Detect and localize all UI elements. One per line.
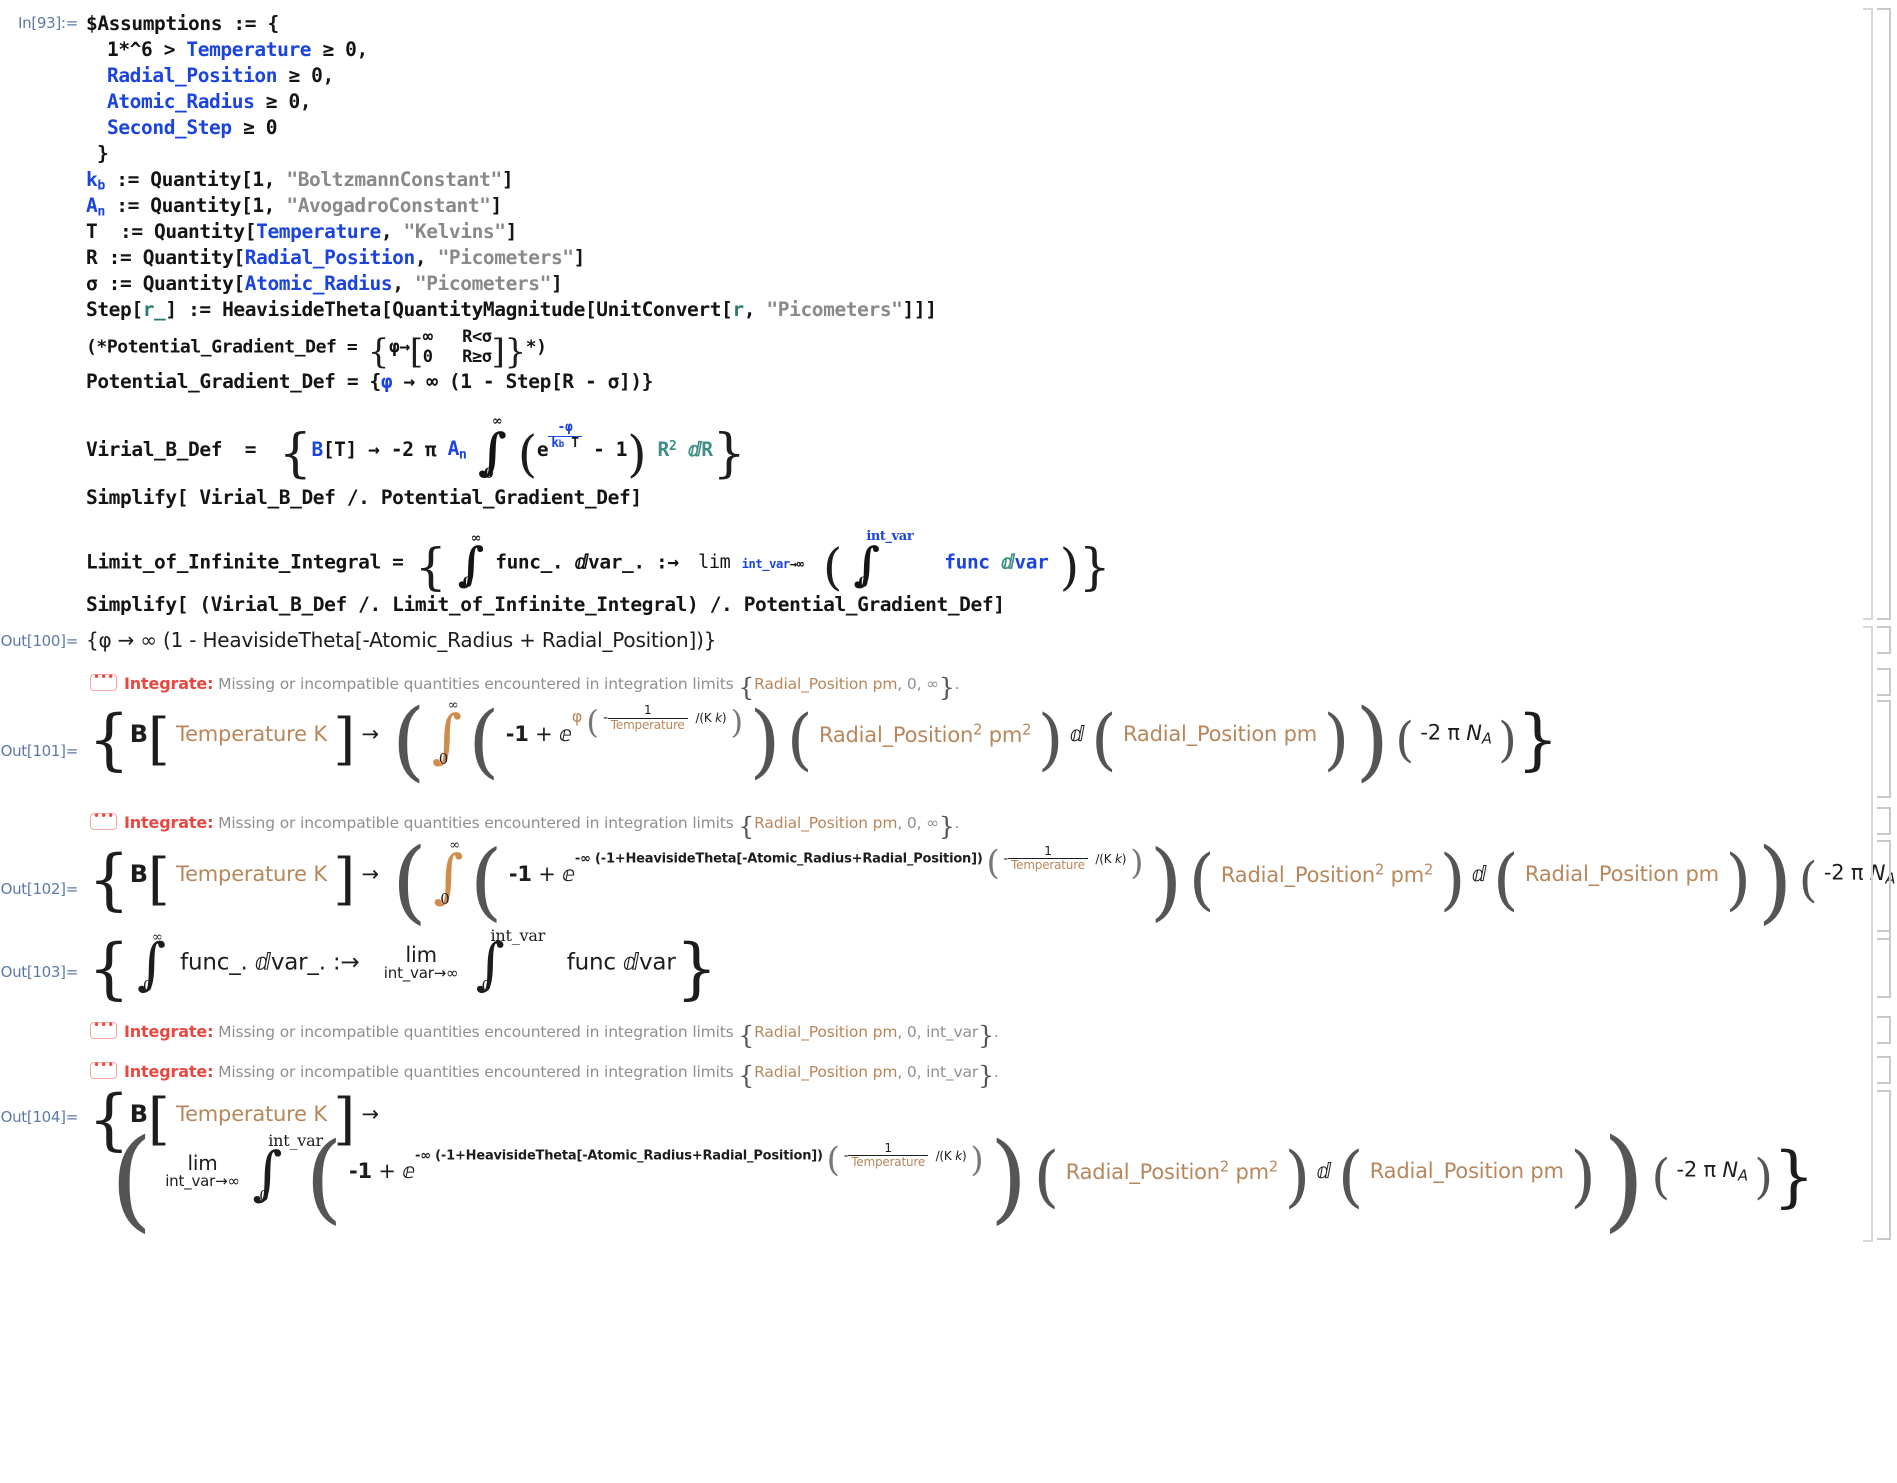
assumption-line-4[interactable]: Second_Step ≥ 0 — [107, 116, 278, 139]
message-1-bracket[interactable] — [1877, 668, 1891, 696]
message-expand-icon-2[interactable] — [90, 809, 117, 830]
message-3-bracket[interactable] — [1877, 1016, 1891, 1044]
out-104-bracket[interactable] — [1877, 1090, 1891, 1240]
message-integrate-4[interactable]: Integrate: Missing or incompatible quant… — [90, 1058, 999, 1088]
out-100-bracket[interactable] — [1877, 626, 1891, 654]
def-kb[interactable]: kb := Quantity[1, "BoltzmannConstant"] — [86, 168, 514, 194]
virial-b-def[interactable]: Virial_B_Def = {B[T] → -2 π An ∫ ∞ 0 (e … — [86, 414, 746, 482]
assumptions-head[interactable]: $Assumptions := { — [86, 12, 279, 35]
comment-potential-gradient[interactable]: (*Potential_Gradient_Def = {φ→[ ∞ R<σ 0 … — [86, 327, 547, 368]
out-label-101: Out[101]= — [0, 742, 79, 760]
assumption-line-3[interactable]: Atomic_Radius ≥ 0, — [107, 90, 312, 113]
def-t[interactable]: T := Quantity[Temperature, "Kelvins"] — [86, 220, 517, 243]
message-qty-rest-3: , 0, int_var — [897, 1023, 979, 1041]
message-tail-2: . — [954, 814, 960, 832]
message-name-4: Integrate: — [124, 1062, 214, 1081]
out-label-104: Out[104]= — [0, 1108, 79, 1126]
message-tail-1: . — [954, 675, 960, 693]
message-text-3: Missing or incompatible quantities encou… — [218, 1023, 734, 1041]
message-qty-4: Radial_Position pm — [754, 1063, 898, 1081]
message-qty-2: Radial_Position pm — [754, 814, 898, 832]
out-100-text: {φ → ∞ (1 - HeavisideTheta[-Atomic_Radiu… — [86, 628, 717, 652]
message-qty-1: Radial_Position pm — [754, 675, 898, 693]
simplify-1[interactable]: Simplify[ Virial_B_Def /. Potential_Grad… — [86, 486, 642, 509]
simplify-2-text: Simplify[ (Virial_B_Def /. Limit_of_Infi… — [86, 593, 1005, 616]
message-4-bracket[interactable] — [1877, 1056, 1891, 1084]
def-an[interactable]: An := Quantity[1, "AvogadroConstant"] — [86, 194, 502, 220]
message-qty-3: Radial_Position pm — [754, 1023, 898, 1041]
input-cell-group-bracket[interactable] — [1863, 8, 1873, 620]
out-label-100: Out[100]= — [0, 632, 79, 650]
def-r[interactable]: R := Quantity[Radial_Position, "Picomete… — [86, 246, 585, 269]
out-label-102: Out[102]= — [0, 880, 79, 898]
assumptions-close-text: } — [97, 142, 109, 165]
message-qty-rest-2: , 0, ∞ — [897, 814, 939, 832]
out-101-bracket[interactable] — [1877, 700, 1891, 798]
message-text-1: Missing or incompatible quantities encou… — [218, 675, 734, 693]
simplify-1-text: Simplify[ Virial_B_Def /. Potential_Grad… — [86, 486, 642, 509]
limit-of-infinite-integral-def[interactable]: Limit_of_Infinite_Integral = { ∫ ∞ 0 fun… — [86, 529, 1111, 592]
message-qty-rest-1: , 0, ∞ — [897, 675, 939, 693]
input-cell-bracket[interactable] — [1877, 8, 1891, 620]
assumptions-head-text: $Assumptions := { — [86, 12, 279, 35]
out-102-expression[interactable]: {B[ Temperature K ] → ( ∫ ∞ 0 ( -1 + ⅇ -… — [88, 837, 1897, 927]
out-101-expression[interactable]: {B[ Temperature K ] → ( ∫ ∞ 0 ( -1 + ⅇ φ… — [88, 698, 1559, 784]
out-103-bracket[interactable] — [1877, 930, 1891, 998]
output-group-bracket[interactable] — [1863, 626, 1873, 1242]
message-expand-icon[interactable] — [90, 670, 117, 691]
notebook-canvas: In[93]:= $Assumptions := { 1*^6 > Temper… — [0, 0, 1897, 1483]
message-expand-icon-3[interactable] — [90, 1018, 117, 1039]
out-104-body[interactable]: ( lim int_var→∞ ∫ int_var 0 ( -1 + ⅇ -∞ … — [110, 1124, 1815, 1234]
assumptions-close[interactable]: } — [97, 142, 109, 165]
message-2-bracket[interactable] — [1877, 807, 1891, 835]
assumption-line-2[interactable]: Radial_Position ≥ 0, — [107, 64, 334, 87]
message-qty-rest-4: , 0, int_var — [897, 1063, 979, 1081]
out-100-expression[interactable]: {φ → ∞ (1 - HeavisideTheta[-Atomic_Radiu… — [86, 628, 716, 652]
def-sigma[interactable]: σ := Quantity[Atomic_Radius, "Picometers… — [86, 272, 563, 295]
message-name-3: Integrate: — [124, 1022, 214, 1041]
out-103-expression[interactable]: { ∫ ∞ 0 func_. ⅆvar_. :→ lim int_var→∞ ∫… — [88, 926, 718, 1002]
def-step[interactable]: Step[r_] := HeavisideTheta[QuantityMagni… — [86, 298, 937, 321]
simplify-2[interactable]: Simplify[ (Virial_B_Def /. Limit_of_Infi… — [86, 593, 1005, 616]
message-integrate-1[interactable]: Integrate: Missing or incompatible quant… — [90, 670, 960, 700]
message-text-2: Missing or incompatible quantities encou… — [218, 814, 734, 832]
message-integrate-2[interactable]: Integrate: Missing or incompatible quant… — [90, 809, 960, 839]
out-label-103: Out[103]= — [0, 963, 79, 981]
potential-gradient-def[interactable]: Potential_Gradient_Def = {φ → ∞ (1 - Ste… — [86, 370, 653, 393]
message-integrate-3[interactable]: Integrate: Missing or incompatible quant… — [90, 1018, 999, 1048]
in-label-93: In[93]:= — [18, 14, 78, 32]
assumption-line-1[interactable]: 1*^6 > Temperature ≥ 0, — [107, 38, 368, 61]
message-name-2: Integrate: — [124, 813, 214, 832]
out-102-bracket[interactable] — [1877, 840, 1891, 940]
message-tail-3: . — [993, 1023, 999, 1041]
message-name-1: Integrate: — [124, 674, 214, 693]
message-expand-icon-4[interactable] — [90, 1058, 117, 1079]
message-tail-4: . — [993, 1063, 999, 1081]
message-text-4: Missing or incompatible quantities encou… — [218, 1063, 734, 1081]
